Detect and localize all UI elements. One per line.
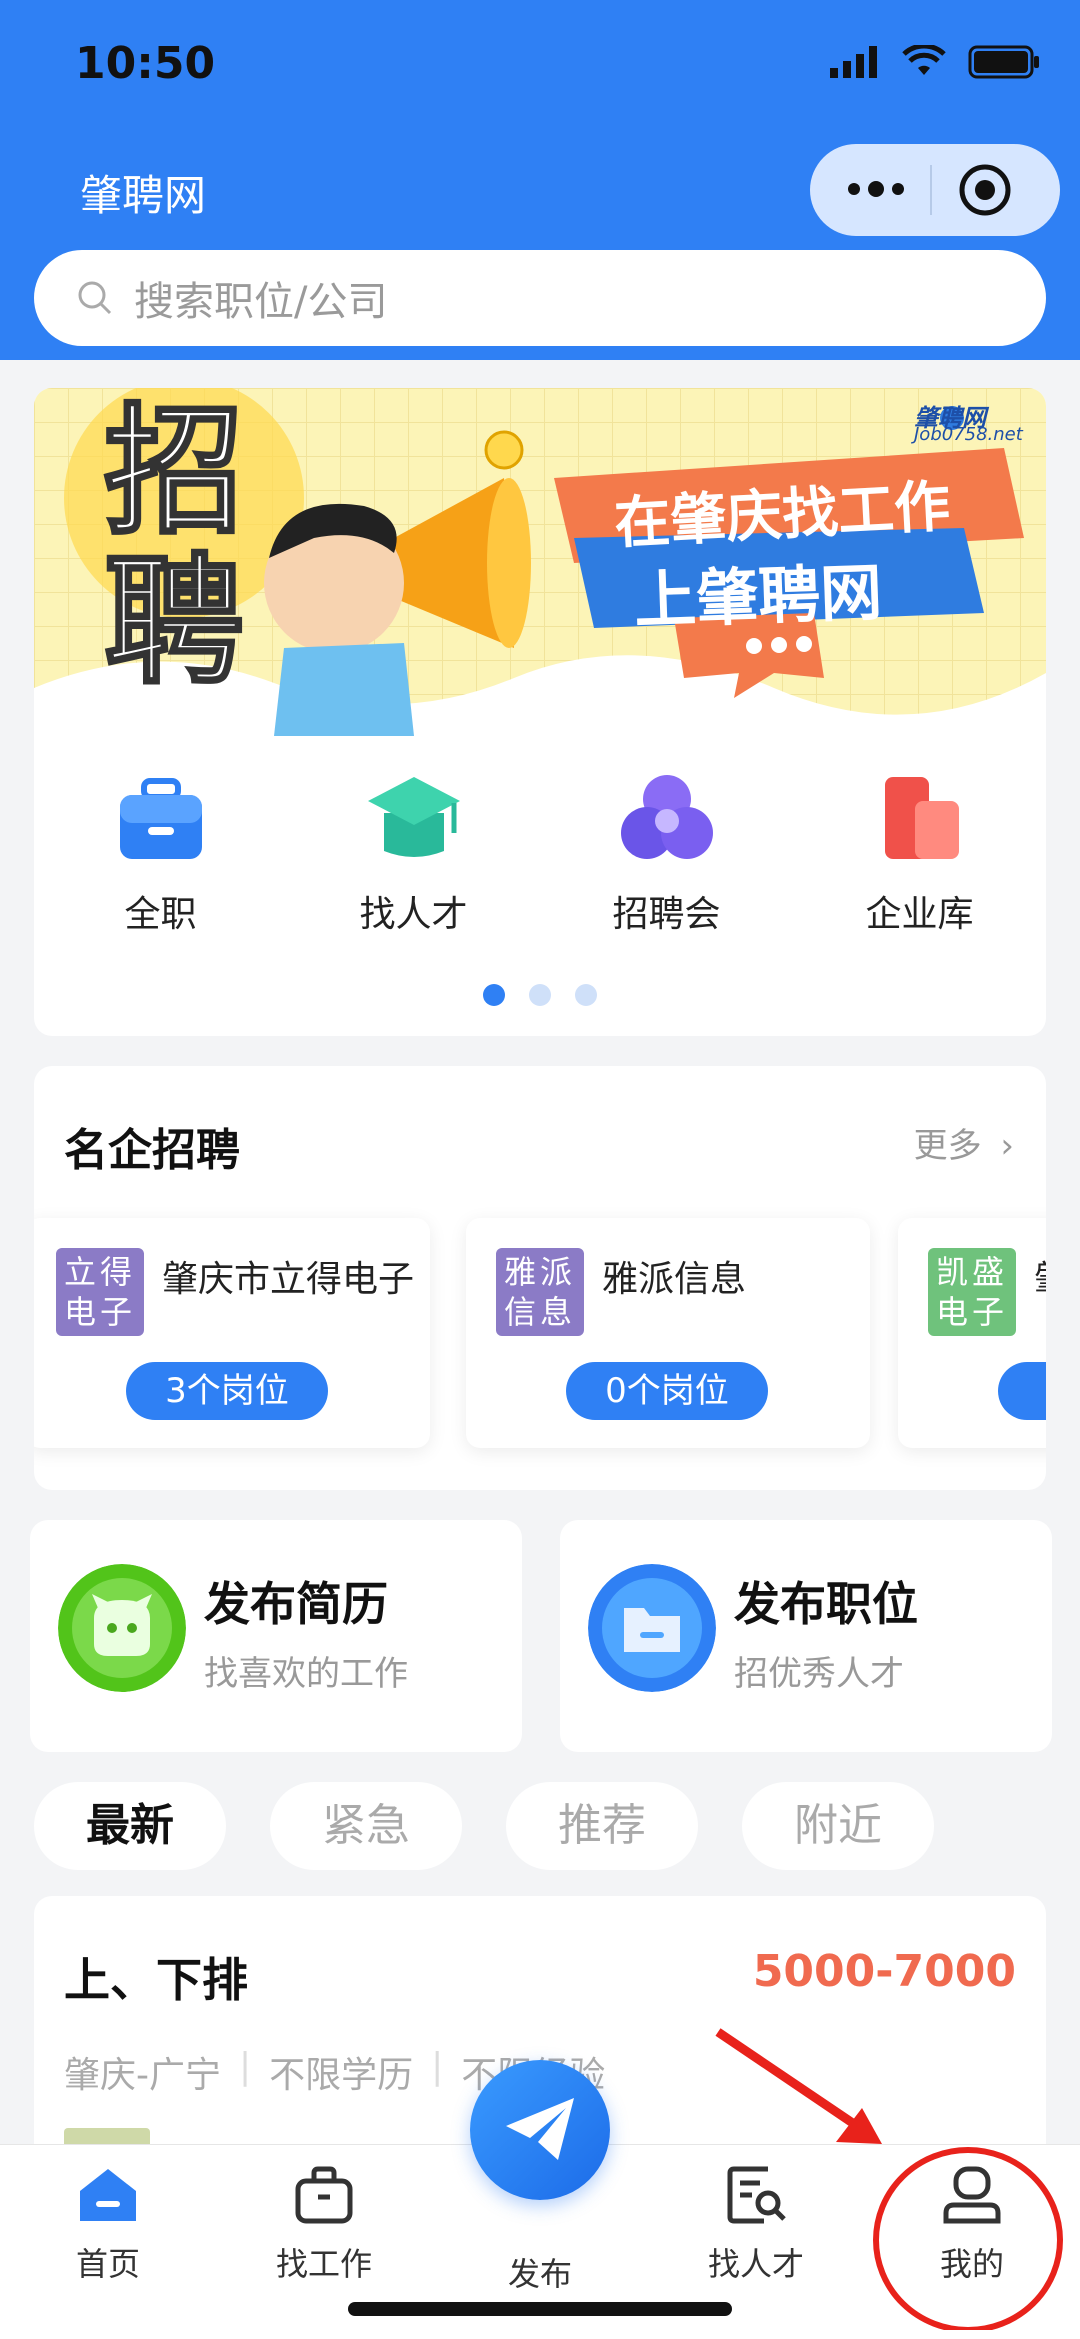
category-job-fair[interactable]: 招聘会: [540, 773, 793, 937]
publish-resume-title: 发布简历: [204, 1577, 388, 1631]
top-card: 招聘 在肇庆找工作 上肇聘网 肇聘网 Job0758.net 全职 找人才 招聘…: [34, 388, 1046, 1036]
home-indicator: [348, 2302, 732, 2316]
nav-home-label: 首页: [75, 2245, 140, 2283]
banner-big-chars: 招聘: [103, 391, 246, 704]
status-time: 10:50: [75, 38, 216, 89]
company-name: 肇庆市立得电子: [162, 1259, 415, 1300]
category-label: 招聘会: [612, 894, 721, 935]
company-logo: 雅派信息: [496, 1248, 584, 1336]
company-logo: 凯盛电子: [928, 1248, 1016, 1336]
pager-dot: [575, 984, 597, 1006]
more-link[interactable]: 更多 ›: [914, 1118, 1014, 1167]
category-row: 全职 找人才 招聘会 企业库: [34, 773, 1046, 937]
tab-latest[interactable]: 最新: [34, 1782, 226, 1870]
category-fulltime[interactable]: 全职: [34, 773, 287, 937]
nav-publish[interactable]: 发布: [460, 2235, 620, 2295]
chevron-right-icon: ›: [1000, 1126, 1014, 1166]
job-salary: 5000-7000: [752, 1946, 1016, 1997]
company-name: 肇: [1034, 1250, 1046, 1302]
category-company-library[interactable]: 企业库: [793, 773, 1046, 937]
category-label: 全职: [124, 894, 197, 935]
famous-title: 名企招聘: [64, 1125, 240, 1176]
company-logo: 立得电子: [56, 1248, 144, 1336]
nav-find-job-label: 找工作: [275, 2245, 372, 2283]
company-name: 雅派信息: [602, 1259, 747, 1300]
publish-job-title: 发布职位: [734, 1577, 918, 1631]
battery-icon: [968, 45, 1039, 79]
pager-dots: [34, 984, 1046, 1006]
company-positions-button[interactable]: 0个岗位: [566, 1362, 768, 1420]
job-title: 上、下排: [64, 1953, 248, 2007]
paper-plane-icon: [506, 2098, 574, 2160]
mini-program-capsule: [810, 144, 1060, 236]
publish-resume-card[interactable]: 发布简历 找喜欢的工作: [30, 1520, 522, 1752]
home-icon: [80, 2169, 136, 2221]
signal-icon: [830, 46, 877, 78]
graduation-cap-icon: [367, 777, 460, 857]
company-positions-button[interactable]: 3: [998, 1362, 1046, 1420]
banner[interactable]: 招聘 在肇庆找工作 上肇聘网 肇聘网 Job0758.net: [34, 388, 1046, 736]
pager-dot: [529, 984, 551, 1006]
search-placeholder: 搜索职位/公司: [134, 279, 388, 325]
publish-resume-subtitle: 找喜欢的工作: [204, 1654, 408, 1694]
folder-icon: [588, 1564, 716, 1692]
tab-recommended[interactable]: 推荐: [506, 1782, 698, 1870]
annotation-arrow-circle: [715, 2028, 1063, 2330]
briefcase-icon: [119, 778, 202, 859]
search-icon: [78, 281, 112, 315]
monster-face-icon: [58, 1564, 186, 1692]
job-education: 不限学历: [269, 2055, 414, 2096]
nav-home[interactable]: 首页: [28, 2165, 188, 2285]
app-title: 肇聘网: [80, 171, 207, 220]
publish-job-card[interactable]: 发布职位 招优秀人才: [560, 1520, 1052, 1752]
building-icon: [884, 777, 959, 859]
publish-fab[interactable]: [470, 2060, 610, 2200]
search-bar[interactable]: 搜索职位/公司: [34, 250, 1046, 346]
tab-nearby[interactable]: 附近: [742, 1782, 934, 1870]
more-icon[interactable]: [848, 181, 904, 197]
more-label: 更多: [913, 1126, 982, 1166]
category-label: 企业库: [865, 894, 974, 935]
category-talent[interactable]: 找人才: [287, 773, 540, 937]
job-location: 肇庆-广宁: [64, 2055, 221, 2096]
category-label: 找人才: [359, 894, 468, 935]
circles-icon: [620, 775, 713, 859]
company-positions-button[interactable]: 3个岗位: [126, 1362, 328, 1420]
company-card[interactable]: 凯盛电子 肇 3: [898, 1218, 1046, 1448]
famous-companies-card: 名企招聘 更多 › 立得电子 肇庆市立得电子 3个岗位 雅派信息 雅派信息 0个…: [34, 1066, 1046, 1490]
tab-urgent[interactable]: 紧急: [270, 1782, 462, 1870]
publish-job-subtitle: 招优秀人才: [734, 1654, 904, 1694]
header: 10:50 肇聘网 搜索职位/公司: [0, 0, 1080, 360]
status-icons: [830, 45, 1040, 79]
banner-logo-url: Job0758.net: [914, 424, 1023, 445]
pager-dot: [483, 984, 505, 1006]
nav-publish-label: 发布: [507, 2255, 572, 2293]
wifi-icon: [902, 45, 946, 75]
company-card[interactable]: 雅派信息 雅派信息 0个岗位: [466, 1218, 870, 1448]
company-card[interactable]: 立得电子 肇庆市立得电子 3个岗位: [34, 1218, 430, 1448]
bag-icon: [295, 2166, 353, 2224]
close-target-icon[interactable]: [958, 163, 1012, 217]
banner-slogan-2: 上肇聘网: [632, 555, 884, 638]
nav-find-job[interactable]: 找工作: [244, 2165, 404, 2285]
